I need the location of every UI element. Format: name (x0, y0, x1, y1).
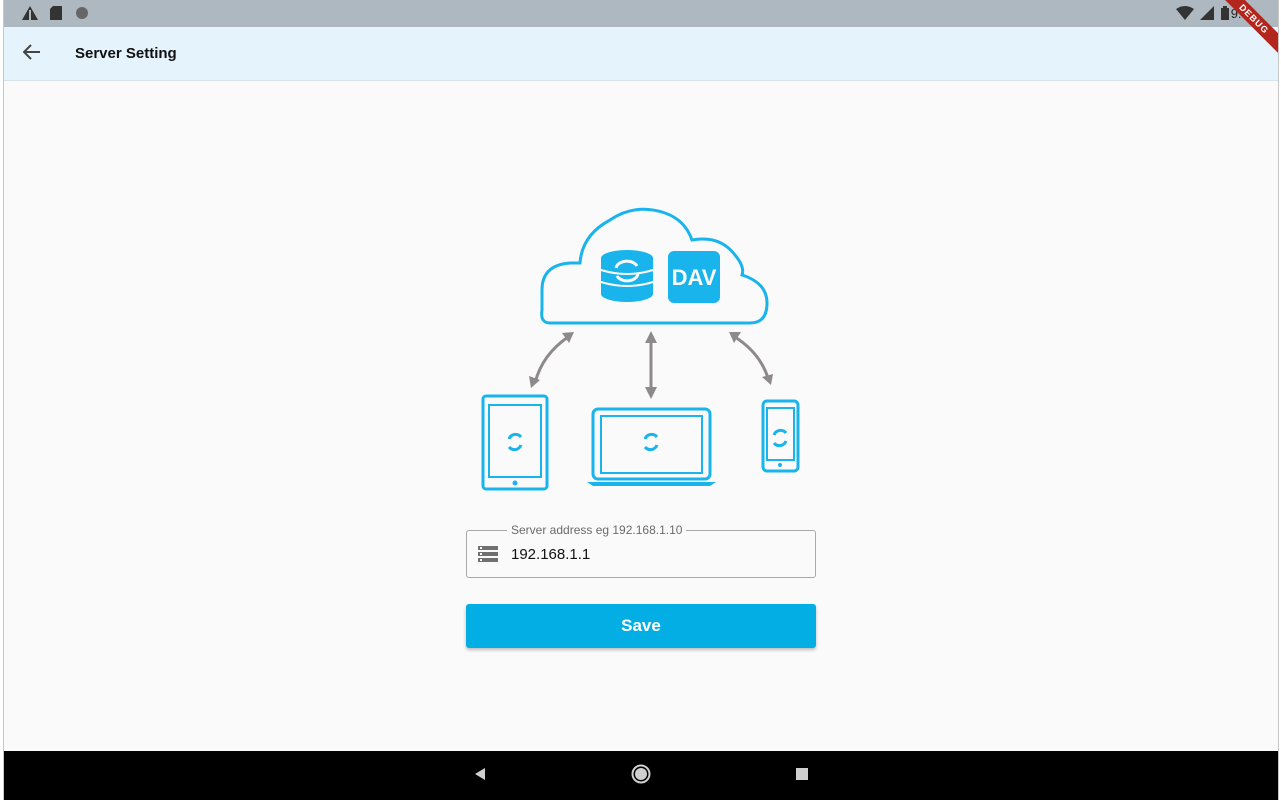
server-stack-icon (478, 546, 498, 567)
recents-square-icon (795, 767, 809, 786)
tablet-icon (481, 394, 549, 491)
status-bar: 9:44 (4, 0, 1278, 27)
window-left-edge (0, 0, 4, 800)
dav-badge-label: DAV (672, 265, 717, 290)
nav-bar (4, 751, 1278, 800)
home-circle-icon (631, 764, 651, 789)
battery-icon (1221, 6, 1229, 25)
server-address-label: Server address eg 192.168.1.10 (507, 523, 687, 537)
laptop-icon (587, 407, 716, 486)
server-address-input[interactable] (511, 541, 801, 567)
cloud-icon (540, 207, 769, 325)
save-button[interactable]: Save (466, 604, 816, 648)
signal-icon (1200, 6, 1214, 25)
back-triangle-icon (473, 767, 487, 786)
back-button[interactable] (18, 40, 46, 68)
alert-triangle-icon (22, 6, 38, 25)
circle-icon (75, 6, 89, 25)
wifi-icon (1176, 6, 1194, 25)
sync-illustration: DAV (481, 207, 800, 491)
sd-card-icon (50, 6, 62, 25)
server-address-field[interactable]: Server address eg 192.168.1.10 (466, 523, 816, 578)
database-sync-icon (600, 250, 654, 302)
arrow-back-icon (22, 43, 41, 65)
nav-home-button[interactable] (630, 764, 652, 789)
phone-icon (761, 399, 800, 473)
sync-arrows-icon (529, 331, 773, 399)
nav-recents-button[interactable] (791, 765, 813, 787)
nav-back-button[interactable] (469, 765, 491, 787)
page-title: Server Setting (75, 45, 177, 62)
app-bar: Server Setting (4, 27, 1278, 81)
screen: 9:44 Server Setting DEBUG DAV (0, 0, 1281, 800)
dav-badge-icon: DAV (668, 251, 720, 303)
